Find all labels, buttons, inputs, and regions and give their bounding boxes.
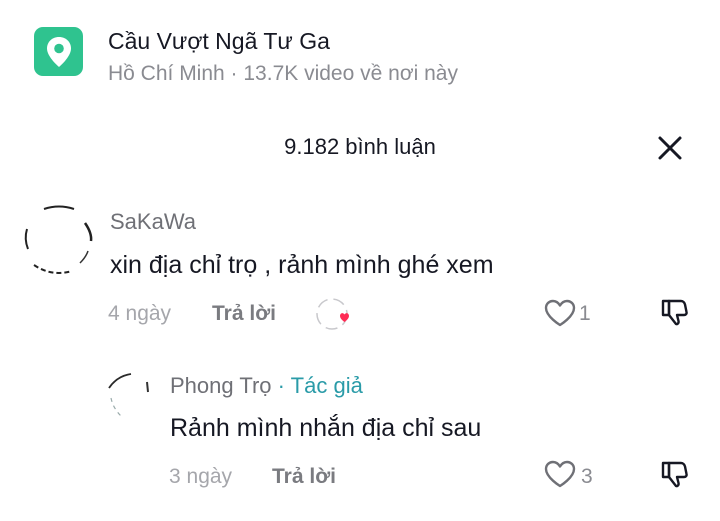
- dislike-icon[interactable]: [659, 459, 689, 489]
- like-count: 3: [581, 465, 593, 488]
- reply-time: 3 ngày: [169, 465, 233, 488]
- heart-outline-icon[interactable]: [543, 298, 577, 328]
- comment-text: xin địa chỉ trọ , rảnh mình ghé xem: [110, 251, 494, 279]
- avatar[interactable]: [103, 368, 159, 424]
- reply-username[interactable]: Phong Trọ · Tác giả: [170, 373, 363, 399]
- reply-username-text[interactable]: Phong Trọ: [170, 373, 272, 398]
- dislike-icon[interactable]: [659, 297, 689, 327]
- creator-liked-heart-icon: [312, 296, 354, 336]
- comment-time: 4 ngày: [108, 302, 172, 325]
- avatar[interactable]: [22, 203, 96, 277]
- location-subtitle: Hồ Chí Minh · 13.7K video về nơi này: [108, 62, 458, 85]
- location-header[interactable]: Cầu Vượt Ngã Tư Ga Hồ Chí Minh · 13.7K v…: [0, 0, 720, 110]
- author-badge: · Tác giả: [271, 373, 363, 398]
- reply-button[interactable]: Trả lời: [212, 302, 276, 326]
- comment-count: 9.182 bình luận: [284, 134, 436, 159]
- like-count: 1: [579, 302, 591, 325]
- comments-header: 9.182 bình luận: [0, 128, 720, 168]
- heart-outline-icon[interactable]: [543, 459, 577, 489]
- location-title[interactable]: Cầu Vượt Ngã Tư Ga: [108, 28, 330, 55]
- close-icon[interactable]: [655, 133, 685, 163]
- reply-button[interactable]: Trả lời: [272, 465, 336, 489]
- comment-username[interactable]: SaKaWa: [110, 209, 196, 235]
- location-pin-icon: [34, 27, 83, 76]
- reply-text: Rảnh mình nhắn địa chỉ sau: [170, 414, 482, 442]
